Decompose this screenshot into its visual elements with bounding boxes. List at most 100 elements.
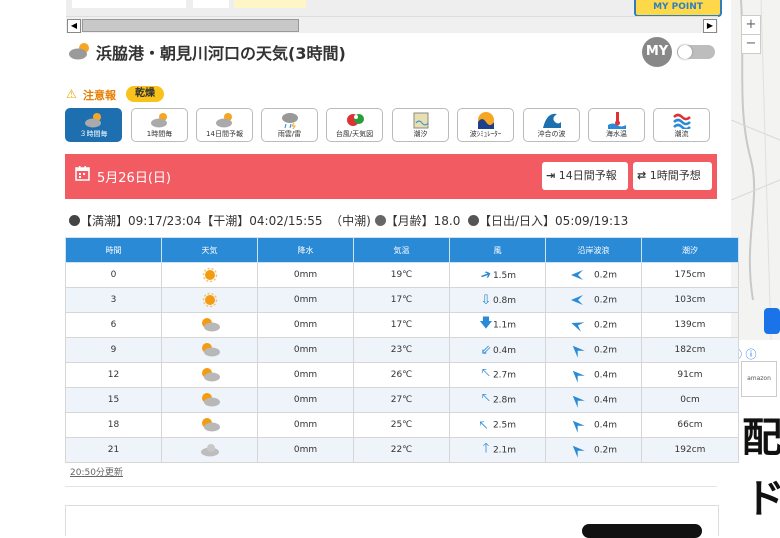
- scroll-thumb[interactable]: [82, 19, 299, 32]
- wave-height: 0.2m: [593, 295, 618, 306]
- column-header: 潮汐: [641, 237, 739, 263]
- tab-label: 14日間予報: [206, 130, 243, 138]
- tab-water-temp[interactable]: 海水温: [588, 108, 645, 142]
- sunny-icon: [202, 267, 217, 283]
- scroll-right-arrow-icon[interactable]: ▶: [703, 19, 717, 33]
- tab-label: 1時間毎: [146, 130, 173, 138]
- wind-direction-icon: ➔: [478, 266, 494, 284]
- time-cell: 6: [65, 312, 162, 338]
- tab-sun-cloud[interactable]: ３時間毎: [65, 108, 122, 142]
- tab-rain-cloud[interactable]: 雨雲/雷: [261, 108, 318, 142]
- wave-direction-icon: [572, 445, 585, 458]
- wind-cell: ⇙ 0.4m: [449, 337, 546, 363]
- sun-cloud-icon: [84, 113, 101, 128]
- advisory-badge[interactable]: 乾燥: [126, 86, 164, 102]
- cloudy-sun-icon: [201, 393, 220, 407]
- wind-cell: 🡑 2.1m: [449, 437, 546, 463]
- tab-typhoon[interactable]: 台風/天気図: [326, 108, 383, 142]
- page-title: 浜脇港・朝見川河口の天気(3時間): [96, 44, 346, 63]
- scroll-left-arrow-icon[interactable]: ◀: [67, 19, 81, 33]
- weather-cell: [161, 312, 258, 338]
- advisory-label[interactable]: 注意報: [83, 87, 116, 103]
- table-row: 18 0mm 25℃ 🡕2.5m 0.4m 66cm: [65, 412, 739, 438]
- horizontal-scrollbar[interactable]: ◀ ▶: [66, 16, 718, 33]
- updated-link[interactable]: 20:50分更新: [70, 465, 123, 478]
- wave-cell: 0.4m: [545, 412, 642, 438]
- tab-sun-cloud[interactable]: 14日間予報: [196, 108, 253, 142]
- sun-label: 【日出/日入】: [479, 214, 556, 228]
- weather-cell: [161, 412, 258, 438]
- wave-direction-icon: [571, 322, 585, 332]
- table-row: 6 0mm 17℃ 🡇1.1m 0.2m 139cm: [65, 312, 739, 338]
- tab-wave-sim[interactable]: 波ｼﾐｭﾚｰﾀｰ: [457, 108, 514, 142]
- sunrise-icon: [468, 215, 479, 226]
- wave-direction-icon: [572, 395, 585, 408]
- 14day-forecast-button[interactable]: ⇥ 14日間予報: [542, 162, 628, 190]
- precip-cell: 0mm: [257, 362, 354, 388]
- column-header: 気温: [353, 237, 450, 263]
- 1hour-forecast-button[interactable]: ⇄ 1時間予想: [633, 162, 712, 190]
- wind-direction-icon: 🡔: [481, 366, 491, 381]
- table-row: 21 0mm 22℃ 🡑 2.1m 0.2m 192cm: [65, 437, 739, 463]
- tide-cell: 182cm: [641, 337, 739, 363]
- tab-tide[interactable]: 潮汐: [392, 108, 449, 142]
- column-header: 風: [449, 237, 546, 263]
- wind-direction-icon: 🡇: [479, 316, 493, 331]
- wave-direction-icon: [572, 370, 585, 383]
- wave-sim-icon: [477, 112, 494, 129]
- divider: [65, 486, 717, 487]
- tide-icon: [69, 215, 80, 226]
- tide-cell: 91cm: [641, 362, 739, 388]
- weather-cell: [161, 337, 258, 363]
- wind-cell: ➔1.5m: [449, 262, 546, 288]
- wave-cell: 0.2m: [545, 312, 642, 338]
- tab-offshore-wave[interactable]: 沖合の波: [523, 108, 580, 142]
- my-toggle[interactable]: [677, 45, 715, 59]
- wind-direction-icon: 🡔: [481, 391, 491, 406]
- tab-label: 台風/天気図: [335, 130, 374, 138]
- table-row: 3 0mm 17℃ ⇩ 0.8m 0.2m 103cm: [65, 287, 739, 313]
- map-marker-icon[interactable]: [764, 308, 780, 334]
- time-cell: 9: [65, 337, 162, 363]
- table-row: 12 0mm 26℃ 🡔 2.7m 0.4m 91cm: [65, 362, 739, 388]
- tab-sun-cloud[interactable]: 1時間毎: [131, 108, 188, 142]
- time-cell: 21: [65, 437, 162, 463]
- tide-cell: 0cm: [641, 387, 739, 413]
- tide-cell: 175cm: [641, 262, 739, 288]
- tide-cell: 103cm: [641, 287, 739, 313]
- wind-speed: 2.1m: [492, 445, 517, 456]
- zoom-in-button[interactable]: +: [741, 15, 761, 35]
- zoom-out-button[interactable]: −: [741, 34, 761, 54]
- wave-cell: 0.2m: [545, 337, 642, 363]
- time-cell: 18: [65, 412, 162, 438]
- wave-height: 0.2m: [593, 445, 618, 456]
- temp-cell: 26℃: [353, 362, 450, 388]
- top-strip-segment: [193, 0, 229, 8]
- 1hour-forecast-label: 1時間予想: [649, 169, 701, 182]
- temp-cell: 27℃: [353, 387, 450, 413]
- calendar-icon: [75, 166, 90, 181]
- bottom-button[interactable]: [582, 524, 702, 538]
- moon-age-label: 【月齢】: [385, 214, 434, 228]
- wind-cell: 🡔 2.7m: [449, 362, 546, 388]
- cloudy-sun-icon: [201, 418, 220, 432]
- my-point-button[interactable]: MY POINT: [634, 0, 722, 17]
- column-header: 天気: [161, 237, 258, 263]
- my-button[interactable]: MY: [642, 37, 672, 67]
- tab-label: 波ｼﾐｭﾚｰﾀｰ: [469, 130, 502, 138]
- tab-current[interactable]: 潮流: [653, 108, 710, 142]
- wind-speed: 2.8m: [492, 395, 517, 406]
- ad-text[interactable]: ド: [745, 466, 780, 524]
- tide-info: 【満潮】09:17/23:04【干潮】04:02/15:55 （中潮) 【月齢】…: [69, 212, 628, 229]
- offshore-wave-icon: [542, 113, 561, 128]
- ad-text[interactable]: 配: [742, 405, 780, 463]
- moon-icon: [374, 215, 386, 226]
- ad-logo[interactable]: amazon: [741, 361, 777, 397]
- rain-cloud-icon: [281, 113, 298, 129]
- table-row: 0 0mm 19℃ ➔1.5m 0.2m 175cm: [65, 262, 739, 288]
- wave-cell: 0.4m: [545, 362, 642, 388]
- precip-cell: 0mm: [257, 437, 354, 463]
- weather-cell: [161, 362, 258, 388]
- temp-cell: 22℃: [353, 437, 450, 463]
- top-strip-segment: [72, 0, 186, 8]
